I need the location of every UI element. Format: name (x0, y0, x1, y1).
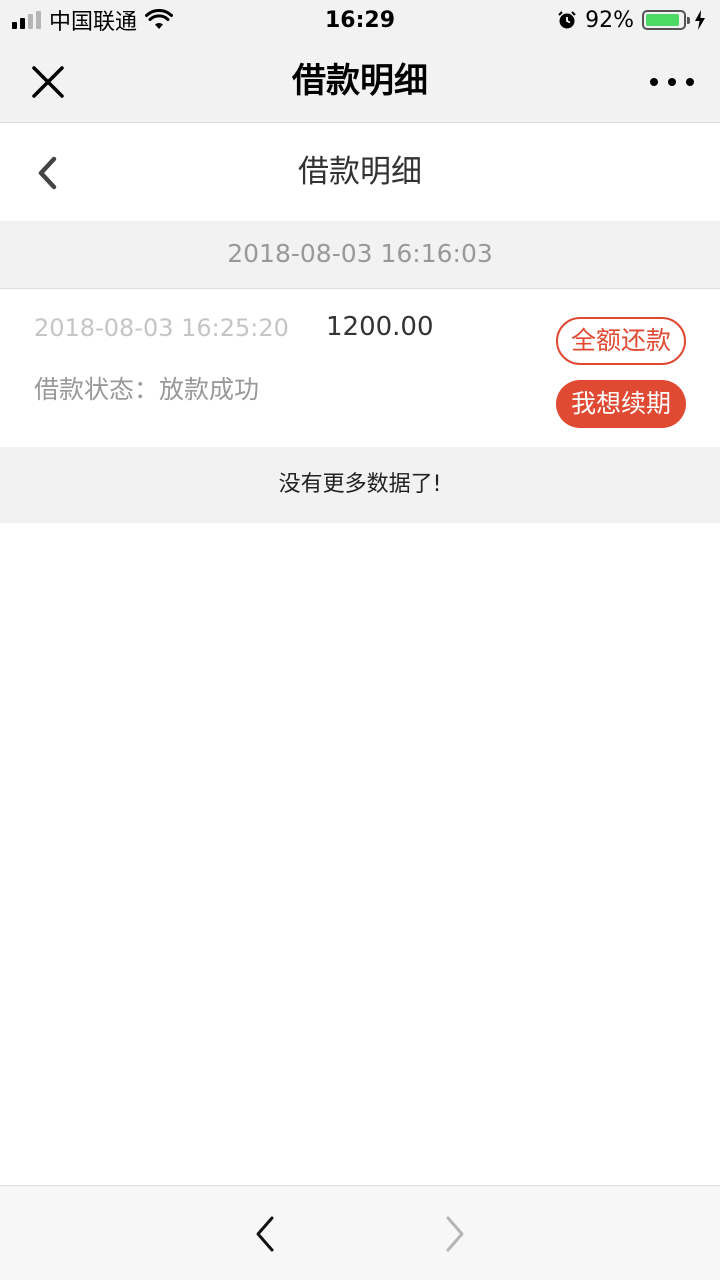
nav-title: 借款明细 (292, 61, 428, 101)
no-more-data-text: 没有更多数据了! (0, 447, 720, 523)
group-date-header: 2018-08-03 16:16:03 (0, 221, 720, 289)
charging-icon (695, 10, 705, 30)
forward-arrow-icon[interactable] (440, 1214, 470, 1254)
bottom-toolbar (0, 1185, 720, 1280)
page-header: 借款明细 (0, 123, 720, 221)
more-icon[interactable] (650, 70, 694, 94)
full-repay-button[interactable]: 全额还款 (556, 317, 686, 365)
record-time: 2018-08-03 16:25:20 (34, 314, 289, 342)
renew-button[interactable]: 我想续期 (556, 380, 686, 428)
carrier-label: 中国联通 (49, 10, 138, 35)
battery-fill (646, 14, 680, 26)
record-status: 借款状态：放款成功 (34, 375, 260, 404)
record-amount: 1200.00 (326, 312, 434, 342)
wifi-icon (145, 9, 174, 29)
status-left: 中国联通 (12, 4, 174, 36)
status-bar: 中国联通 16:29 92% (0, 0, 720, 40)
page-title: 借款明细 (298, 154, 422, 190)
loan-record: 2018-08-03 16:25:20 1200.00 借款状态：放款成功 全额… (0, 290, 720, 447)
battery-percent: 92% (585, 7, 634, 33)
status-right: 92% (557, 8, 706, 33)
alarm-icon (558, 11, 576, 29)
battery-icon (642, 10, 690, 30)
nav-bar: 借款明细 (0, 40, 720, 123)
back-arrow-icon[interactable] (250, 1214, 280, 1254)
signal-icon (12, 11, 41, 29)
